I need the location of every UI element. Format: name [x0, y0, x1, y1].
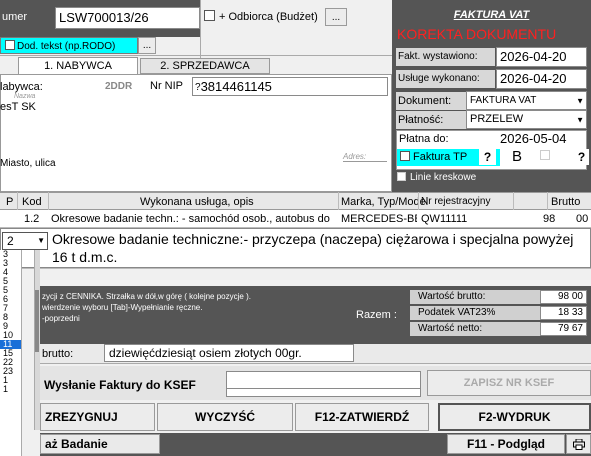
row-opis: Okresowe badanie techn.: - samochód osob…: [51, 213, 330, 225]
ksef-field[interactable]: [226, 371, 421, 389]
col-nr-rej: Nr rejestracyjny: [421, 196, 491, 207]
edit-description[interactable]: Okresowe badanie techniczne:- przyczepa …: [52, 230, 587, 266]
nazwa-hint: Nazwa: [14, 93, 36, 100]
nip-value: 3814461145: [200, 79, 272, 94]
faktura-tp-label: Faktura TP: [413, 151, 468, 163]
nip-label: Nr NIP: [150, 80, 183, 92]
numer-field[interactable]: LSW700013/26: [55, 7, 200, 29]
fp-box: [540, 150, 550, 160]
dod-tekst-checkbox[interactable]: Dod. tekst (np.RODO): [0, 37, 138, 54]
zatwierdz-button[interactable]: F12-ZATWIERDŹ: [295, 403, 429, 431]
miasto-label: Miasto, ulica: [0, 158, 56, 169]
ksef-label: Wysłanie Faktury do KSEF: [44, 378, 196, 392]
chevron-down-icon[interactable]: ▼: [576, 92, 584, 109]
odbiorca-box: [204, 10, 215, 21]
brutto-label: Wartość brutto:: [410, 290, 540, 304]
adres-hint: Adres:: [343, 152, 387, 162]
zrezygnuj-button[interactable]: ZREZYGNUJ: [40, 403, 155, 431]
platnosc-label: Płatność:: [396, 111, 466, 129]
side-list[interactable]: 3 3 4 5 5 6 7 8 9 10 11 15 22 23 1 1: [0, 250, 22, 456]
row-kod: 1.2: [24, 213, 40, 225]
divider: [0, 55, 392, 56]
tab-nabywca[interactable]: 1. NABYWCA: [18, 57, 138, 74]
razem-label: Razem :: [356, 309, 397, 321]
divider: [200, 0, 201, 58]
help-line-2: wierdzenie wyboru [Tab]-Wypełnianie ręcz…: [42, 303, 203, 312]
fp-checkbox[interactable]: FP: [540, 150, 566, 162]
odbiorca-checkbox[interactable]: + Odbiorca (Budżet): [204, 9, 324, 25]
slownie-label: brutto:: [42, 348, 74, 360]
platna-value[interactable]: 2026-05-04: [500, 131, 567, 146]
podglad-button[interactable]: F11 - Podgląd: [447, 434, 565, 454]
vat-value: 18 33: [540, 306, 587, 320]
faktura-tp-box: [400, 151, 410, 161]
side-list-item[interactable]: 1: [0, 385, 21, 394]
dokument-value: FAKTURA VAT: [470, 95, 537, 106]
linie-box: [397, 172, 406, 181]
col-marka: Marka, Typ/Model: [341, 196, 429, 208]
nabywca-name[interactable]: esT SK: [0, 101, 36, 113]
wykonano-field[interactable]: 2026-04-20: [496, 69, 587, 89]
tab-sprzedawca[interactable]: 2. SPRZEDAWCA: [140, 58, 270, 74]
badanie-button[interactable]: aż Badanie: [40, 434, 160, 454]
dod-tekst-button[interactable]: ...: [138, 37, 156, 54]
col-kod: Kod: [22, 196, 42, 208]
col-p: P: [6, 196, 14, 208]
odbiorca-button[interactable]: ...: [325, 8, 347, 26]
help-line-3: -poprzedni: [42, 314, 80, 323]
linie-checkbox[interactable]: Linie kreskowe: [397, 172, 476, 183]
chevron-down-icon[interactable]: ▼: [576, 111, 584, 128]
col-opis: Wykonana usługa, opis: [140, 196, 254, 208]
slownie-value: dziewięćdziesiąt osiem złotych 00gr.: [104, 344, 354, 362]
linie-label: Linie kreskowe: [410, 172, 477, 183]
nip-field[interactable]: ?3814461145: [192, 77, 388, 96]
platna-label: Płatna do:: [399, 133, 449, 145]
edit-code-select[interactable]: 2 ▼: [2, 232, 48, 250]
dod-tekst-box: [5, 40, 15, 50]
row-nr-rej: QW11111: [421, 213, 468, 225]
help-line-1: zycji z CENNIKA. Strzałka w dół,w górę (…: [42, 292, 251, 301]
ksef-field-2[interactable]: [226, 389, 421, 397]
wystawiono-label: Fakt. wystawiono:: [396, 48, 495, 66]
printer-icon[interactable]: [566, 434, 591, 454]
nabywca-label: labywca:: [0, 81, 43, 93]
zapisz-ksef-button[interactable]: ZAPISZ NR KSEF: [427, 370, 591, 396]
edit-code-value: 2: [7, 234, 14, 248]
brutto-value: 98 00: [540, 290, 587, 304]
dokument-select[interactable]: FAKTURA VAT ▼: [466, 91, 587, 110]
nabywca-code: 2DDR: [105, 81, 133, 92]
tp-help-icon[interactable]: ?: [479, 149, 496, 165]
b-label: B: [512, 148, 523, 165]
vat-label: Podatek VAT23%: [410, 306, 540, 320]
dod-tekst-label: Dod. tekst (np.RODO): [17, 41, 116, 52]
wykonano-label: Usługe wykonano:: [396, 70, 495, 88]
numer-label-text: umer: [2, 11, 28, 23]
korekta-label: KOREKTA DOKUMENTU: [397, 26, 557, 42]
platnosc-value: PRZELEW: [470, 113, 524, 125]
fp-label: FP: [552, 150, 567, 162]
col-brutto: Brutto: [551, 196, 581, 208]
wydruk-button[interactable]: F2-WYDRUK: [438, 403, 591, 431]
wystawiono-field[interactable]: 2026-04-20: [496, 47, 587, 67]
fp-help-icon[interactable]: ?: [574, 149, 589, 165]
faktura-title: FAKTURA VAT: [453, 9, 530, 21]
row-marka: MERCEDES-BENZ/ 12: [341, 213, 417, 225]
scrollbar-thumb[interactable]: [35, 290, 39, 352]
platnosc-select[interactable]: PRZELEW ▼: [466, 110, 587, 129]
row-brutto: 98: [543, 213, 556, 225]
netto-label: Wartość netto:: [410, 322, 540, 336]
chevron-down-icon[interactable]: ▼: [37, 233, 45, 249]
wyczysc-button[interactable]: WYCZYŚĆ: [157, 403, 293, 431]
row-brutto-gr: 00: [576, 213, 589, 225]
netto-value: 79 67: [540, 322, 587, 336]
odbiorca-label: + Odbiorca (Budżet): [219, 11, 318, 23]
dokument-label: Dokument:: [396, 92, 466, 110]
